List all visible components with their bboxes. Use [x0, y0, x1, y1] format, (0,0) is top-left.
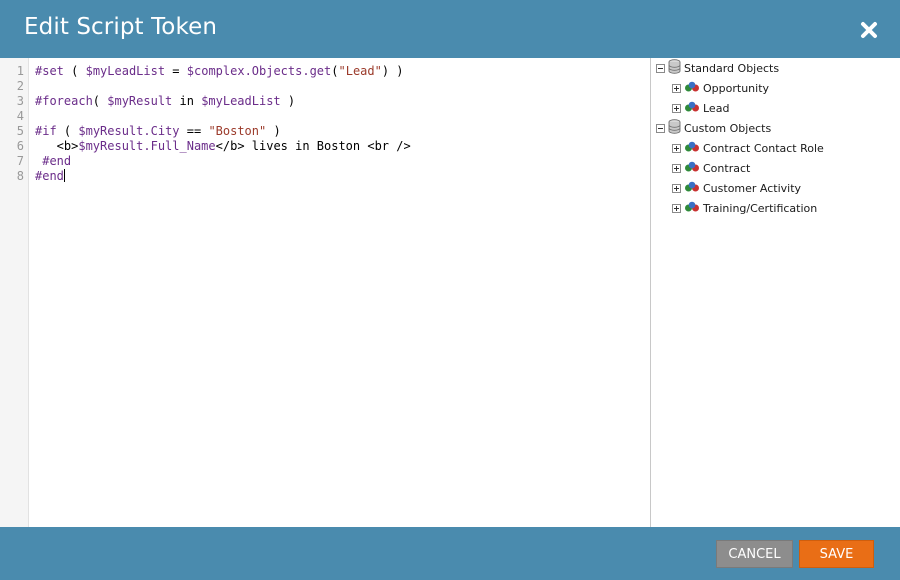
dialog-footer: CANCEL SAVE: [0, 527, 900, 580]
collapse-toggle[interactable]: [656, 123, 665, 133]
code-line: #end: [42, 154, 72, 168]
code-line: #end: [35, 169, 65, 183]
tree-item-label: Customer Activity: [703, 181, 802, 195]
line-number: 5: [16, 124, 24, 138]
code-line: #foreach( $myResult in $myLeadList ): [35, 94, 296, 108]
edit-script-token-dialog: Edit Script Token 1 2 3 4 5 6 7 8 #set (…: [0, 0, 900, 580]
dialog-title: Edit Script Token: [24, 14, 218, 40]
code-line: <b>$myResult.Full_Name</b> lives in Bost…: [35, 139, 411, 153]
database-icon: [668, 59, 681, 77]
tree-item[interactable]: Opportunity: [672, 79, 769, 97]
object-icon: [684, 161, 700, 176]
code-line: #set ( $myLeadList = $complex.Objects.ge…: [35, 64, 404, 78]
expand-toggle[interactable]: [672, 203, 681, 213]
expand-toggle[interactable]: [672, 83, 681, 93]
line-number: 7: [16, 154, 24, 168]
code-line: #if ( $myResult.City == "Boston" ): [35, 124, 281, 138]
object-icon: [684, 101, 700, 116]
dialog-header: Edit Script Token: [0, 0, 900, 58]
tree-item-label: Opportunity: [703, 81, 770, 95]
line-number-gutter: 1 2 3 4 5 6 7 8: [0, 58, 29, 527]
line-number: 6: [16, 139, 24, 153]
line-number: 3: [16, 94, 24, 108]
tree-item[interactable]: Lead: [672, 99, 729, 117]
line-number: 2: [16, 79, 24, 93]
database-icon: [668, 119, 681, 137]
text-cursor: [63, 169, 65, 182]
tree-group-label: Custom Objects: [684, 121, 772, 135]
object-tree: Standard Objects Opportunity Lead Custom Ob…: [651, 58, 900, 527]
tree-item[interactable]: Customer Activity: [672, 179, 801, 197]
script-editor[interactable]: 1 2 3 4 5 6 7 8 #set ( $myLeadList = $co…: [0, 58, 651, 527]
line-number: 1: [16, 64, 24, 78]
tree-item-label: Contract Contact Role: [703, 141, 824, 155]
tree-group-1[interactable]: Custom Objects: [656, 119, 771, 137]
expand-toggle[interactable]: [672, 143, 681, 153]
tree-item[interactable]: Training/Certification: [672, 199, 817, 217]
tree-item[interactable]: Contract: [672, 159, 750, 177]
tree-item-label: Contract: [703, 161, 751, 175]
object-icon: [684, 81, 700, 96]
tree-item-label: Training/Certification: [703, 201, 818, 215]
expand-toggle[interactable]: [672, 183, 681, 193]
tree-item[interactable]: Contract Contact Role: [672, 139, 824, 157]
object-icon: [684, 201, 700, 216]
tree-group-0[interactable]: Standard Objects: [656, 59, 779, 77]
expand-toggle[interactable]: [672, 163, 681, 173]
object-icon: [684, 181, 700, 196]
line-number: 8: [16, 169, 24, 183]
tree-item-label: Lead: [703, 101, 730, 115]
expand-toggle[interactable]: [672, 103, 681, 113]
tree-group-label: Standard Objects: [684, 61, 780, 75]
cancel-button[interactable]: CANCEL: [716, 540, 793, 568]
close-icon[interactable]: [858, 19, 880, 41]
dialog-body: 1 2 3 4 5 6 7 8 #set ( $myLeadList = $co…: [0, 58, 900, 527]
object-icon: [684, 141, 700, 156]
collapse-toggle[interactable]: [656, 63, 665, 73]
save-button[interactable]: SAVE: [799, 540, 874, 568]
line-number: 4: [16, 109, 24, 123]
code-content[interactable]: #set ( $myLeadList = $complex.Objects.ge…: [35, 64, 411, 184]
